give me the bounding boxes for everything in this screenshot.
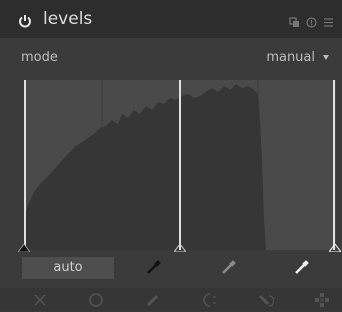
black-point-handle[interactable] <box>18 244 30 252</box>
drawn-parametric-icon[interactable] <box>258 292 275 308</box>
auto-button[interactable]: auto <box>22 257 114 279</box>
mask-toolbar <box>0 288 342 311</box>
parametric-icon[interactable] <box>202 292 218 308</box>
gray-point-handle[interactable] <box>174 244 186 252</box>
reset-icon[interactable] <box>306 13 317 28</box>
mode-value[interactable]: manual <box>266 50 315 65</box>
dropdown-arrow-icon[interactable] <box>323 55 329 60</box>
white-point-handle[interactable] <box>329 244 341 252</box>
histogram <box>24 84 266 250</box>
drawn-icon[interactable] <box>145 292 161 308</box>
action-row: auto <box>0 254 342 282</box>
mode-combobox[interactable]: mode manual <box>0 46 342 72</box>
uniform-icon[interactable] <box>88 292 104 308</box>
multi-instance-icon[interactable] <box>289 13 300 27</box>
header-icons <box>289 13 334 28</box>
mode-label: mode <box>21 50 58 65</box>
raster-icon[interactable] <box>314 292 330 308</box>
module-title: levels <box>43 9 93 29</box>
presets-icon[interactable] <box>323 13 334 27</box>
levels-module: levels mode manual auto <box>0 0 342 311</box>
power-icon[interactable] <box>18 13 32 28</box>
white-picker-icon[interactable] <box>293 258 311 276</box>
module-header[interactable]: levels <box>0 0 342 38</box>
off-icon[interactable] <box>32 292 48 308</box>
black-picker-icon[interactable] <box>145 258 163 276</box>
gray-picker-icon[interactable] <box>220 258 238 276</box>
levels-histogram-graph[interactable] <box>18 80 341 252</box>
